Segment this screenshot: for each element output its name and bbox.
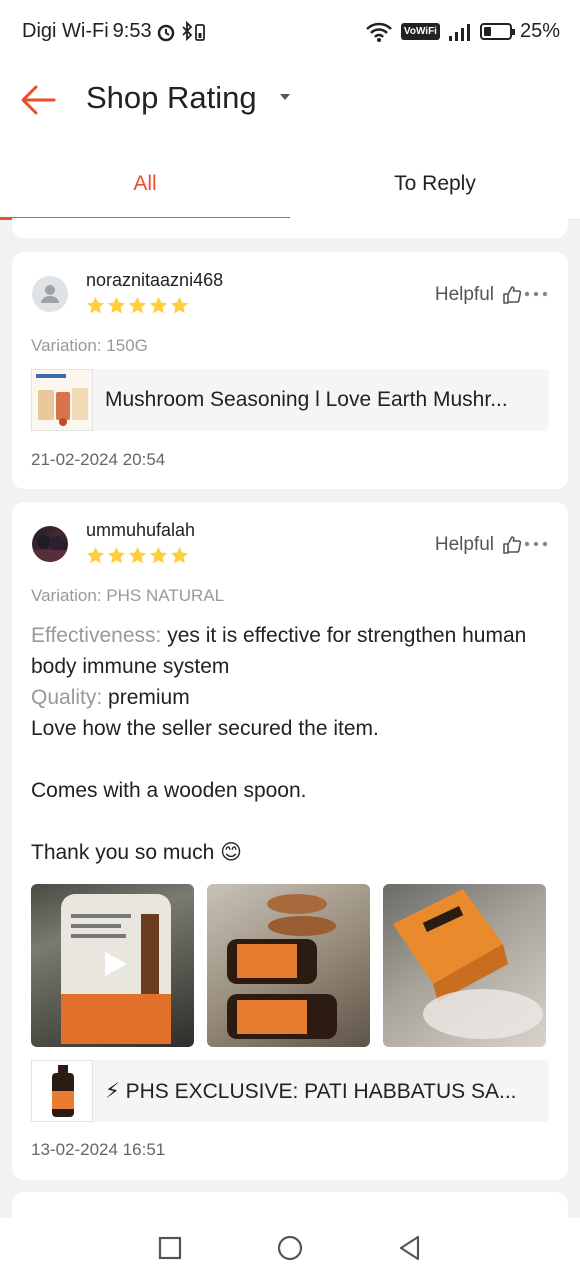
avatar[interactable] (32, 526, 68, 562)
review-photo[interactable] (383, 884, 546, 1047)
battery-percent: 25% (519, 20, 560, 42)
quality-value: premium (108, 686, 190, 709)
star-rating (86, 546, 189, 565)
review-date: 21-02-2024 20:54 (31, 450, 166, 469)
star-icon (128, 296, 147, 314)
avatar[interactable] (32, 276, 68, 312)
star-icon (86, 546, 105, 564)
comment-line: Comes with a wooden spoon. (31, 779, 307, 802)
star-icon (170, 296, 189, 314)
alarm-icon (157, 24, 174, 41)
review-card: ummuhufalah Helpful Variation: PHS NATUR… (12, 502, 568, 1180)
product-thumbnail (31, 1060, 93, 1122)
clock: 9:53 (112, 20, 152, 42)
caret-down-icon[interactable] (278, 90, 292, 104)
reviewer-name: noraznitaazni468 (86, 270, 224, 290)
helpful-button[interactable]: Helpful (435, 284, 522, 306)
star-icon (149, 296, 168, 314)
default-user-icon (41, 285, 59, 303)
back-triangle-icon[interactable] (396, 1234, 424, 1262)
tab-all[interactable]: All (0, 148, 290, 220)
star-icon (107, 296, 126, 314)
review-video-thumbnail[interactable] (31, 884, 194, 1047)
review-photo[interactable] (207, 884, 370, 1047)
tab-bar: All To Reply (0, 148, 580, 220)
wifi-icon (366, 22, 392, 42)
variation-label: Variation: PHS NATURAL (31, 586, 225, 605)
photo-content (393, 889, 543, 1039)
star-rating (86, 296, 189, 315)
helpful-label: Helpful (434, 534, 494, 555)
review-card: noraznitaazni468 Helpful Variation: 150G… (12, 252, 568, 489)
system-nav-bar (0, 1218, 580, 1280)
photo-content (227, 894, 337, 1039)
quality-line: Quality: premium (31, 682, 551, 713)
more-options-icon[interactable] (522, 534, 550, 554)
app-header: Shop Rating (0, 64, 580, 148)
status-bar: Digi Wi-Fi 9:53 VoWiFi 25% (0, 0, 580, 64)
status-left: Digi Wi-Fi 9:53 (22, 20, 206, 43)
page-title[interactable]: Shop Rating (86, 80, 257, 116)
signal-icon (448, 23, 470, 41)
home-circle-icon[interactable] (276, 1234, 304, 1262)
product-link[interactable]: Mushroom Seasoning l Love Earth Mushr... (31, 369, 549, 431)
back-arrow-icon[interactable] (18, 80, 58, 120)
thumbs-up-icon (503, 536, 522, 554)
comment-line: Thank you so much 😊 (31, 841, 242, 864)
previous-review-card (12, 218, 568, 238)
product-image (32, 1061, 92, 1121)
quality-label: Quality: (31, 686, 103, 709)
product-image (32, 370, 92, 430)
star-icon (170, 546, 189, 564)
thumbs-up-icon (503, 286, 522, 304)
star-icon (149, 546, 168, 564)
product-name: Mushroom Seasoning l Love Earth Mushr... (105, 388, 508, 411)
battery-icon (479, 23, 515, 40)
review-date: 13-02-2024 16:51 (31, 1140, 166, 1159)
comment-line: Love how the seller secured the item. (31, 717, 379, 740)
helpful-label: Helpful (434, 284, 494, 305)
reviewer-name: ummuhufalah (86, 520, 196, 540)
star-icon (128, 546, 147, 564)
user-photo (32, 535, 68, 562)
review-text: Effectiveness: yes it is effective for s… (31, 620, 551, 868)
status-right: VoWiFi 25% (365, 20, 560, 43)
star-icon (86, 296, 105, 314)
tab-to-reply[interactable]: To Reply (290, 148, 580, 219)
effectiveness-line: Effectiveness: yes it is effective for s… (31, 620, 551, 682)
variation-label: Variation: 150G (31, 336, 148, 355)
effectiveness-label: Effectiveness: (31, 624, 162, 647)
helpful-button[interactable]: Helpful (435, 534, 522, 556)
recents-square-icon[interactable] (156, 1234, 184, 1262)
carrier-label: Digi Wi-Fi (22, 20, 109, 42)
more-options-icon[interactable] (522, 284, 550, 304)
vowifi-badge: VoWiFi (400, 23, 440, 40)
play-icon[interactable] (93, 944, 133, 984)
product-thumbnail (31, 369, 93, 431)
product-name: ⚡ PHS EXCLUSIVE: PATI HABBATUS SA... (105, 1080, 517, 1103)
product-link[interactable]: ⚡ PHS EXCLUSIVE: PATI HABBATUS SA... (31, 1060, 549, 1122)
star-icon (107, 546, 126, 564)
bluetooth-battery-icon (181, 20, 205, 41)
